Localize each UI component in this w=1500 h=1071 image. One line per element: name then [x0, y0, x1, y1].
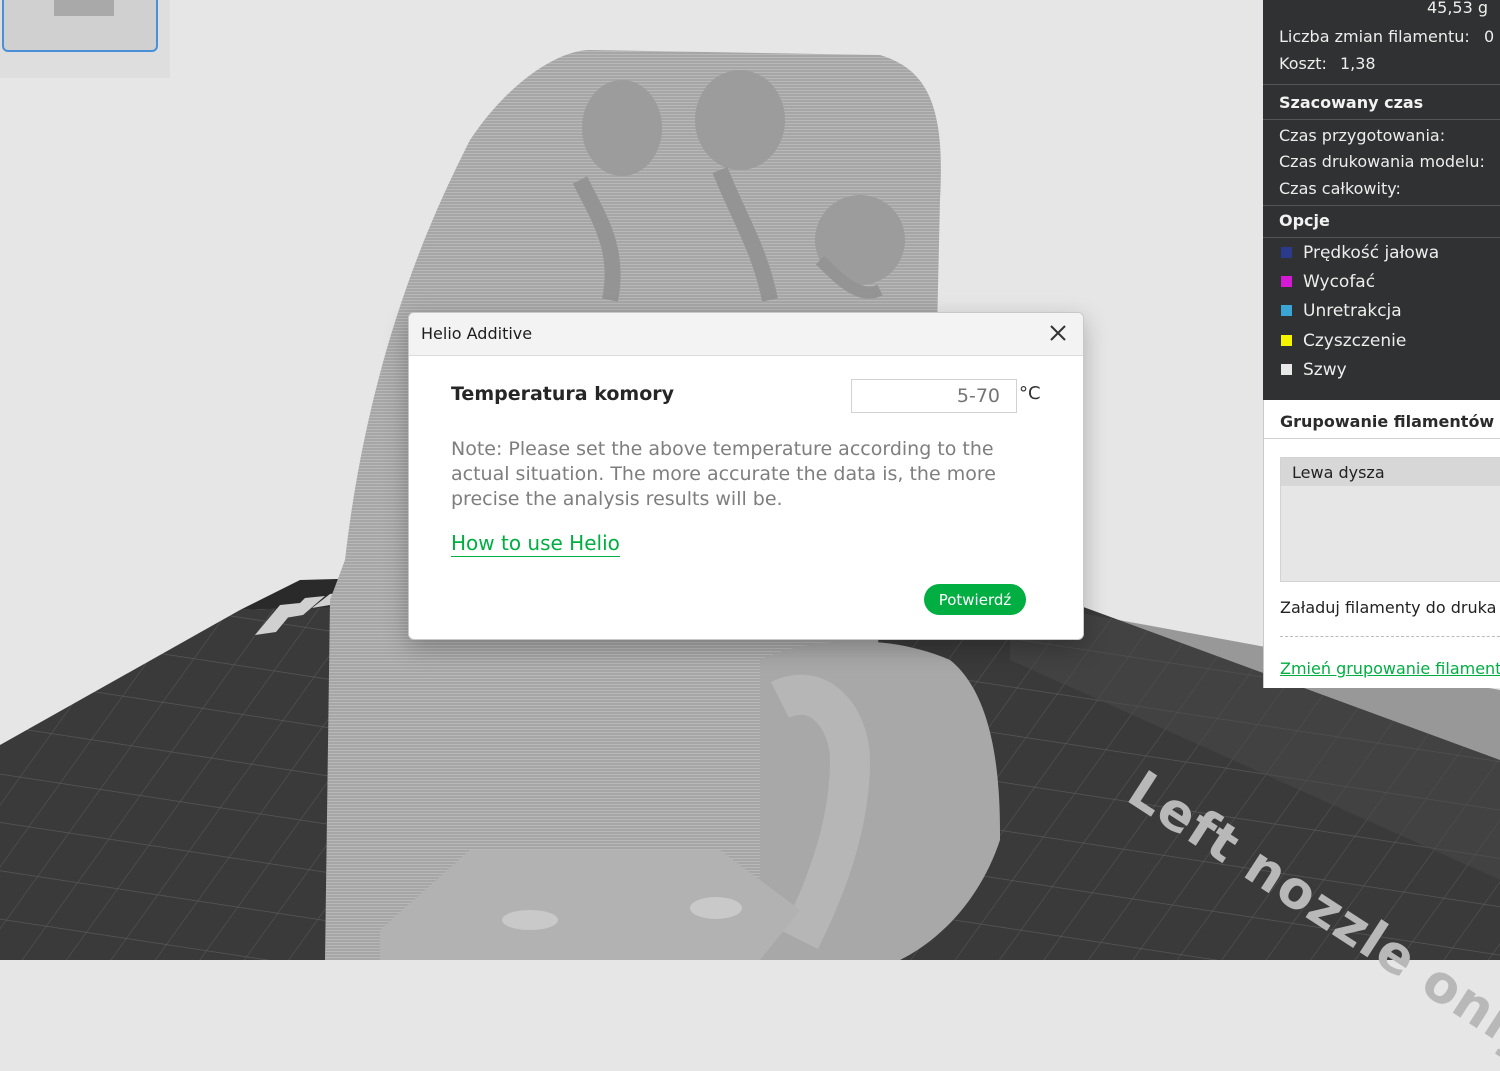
- change-grouping-link[interactable]: Zmień grupowanie filament: [1280, 659, 1500, 678]
- filament-changes-row: Liczba zmian filamentu: 0: [1279, 27, 1494, 46]
- total-time-label: Czas całkowity:: [1279, 179, 1401, 198]
- legend-item-wipe[interactable]: Czyszczenie: [1281, 331, 1406, 351]
- print-time-label: Czas drukowania modelu:: [1279, 152, 1485, 171]
- left-nozzle-label: Lewa dysza: [1292, 463, 1385, 482]
- slice-info-panel: 45,53 g Liczba zmian filamentu: 0 Koszt:…: [1263, 0, 1500, 688]
- legend-label: Prędkość jałowa: [1303, 243, 1440, 263]
- filament-changes-value: 0: [1484, 27, 1495, 46]
- seams-swatch-icon: [1281, 364, 1292, 375]
- left-nozzle-box[interactable]: Lewa dysza: [1280, 457, 1500, 582]
- filament-weight: 45,53 g: [1426, 0, 1488, 17]
- estimated-time-header: Szacowany czas: [1279, 93, 1424, 112]
- load-filaments-text: Załaduj filamenty do druka: [1280, 598, 1497, 617]
- prep-time-label: Czas przygotowania:: [1279, 126, 1446, 145]
- temperature-unit: °C: [1019, 383, 1041, 404]
- travel-swatch-icon: [1281, 247, 1292, 258]
- plate-thumbnail[interactable]: [2, 0, 158, 52]
- how-to-use-helio-link[interactable]: How to use Helio: [451, 531, 620, 557]
- helio-dialog: Helio Additive Temperatura komory °C Not…: [408, 312, 1084, 640]
- dialog-note: Note: Please set the above temperature a…: [451, 438, 996, 510]
- cost-value: 1,38: [1339, 54, 1376, 73]
- wipe-swatch-icon: [1281, 335, 1292, 346]
- dialog-titlebar: Helio Additive: [409, 313, 1083, 356]
- options-header: Opcje: [1279, 211, 1330, 230]
- legend-label: Wycofać: [1303, 272, 1376, 292]
- legend-item-retract[interactable]: Wycofać: [1281, 272, 1375, 292]
- filament-grouping-section: Grupowanie filamentów Lewa dysza Załaduj…: [1263, 400, 1500, 688]
- chamber-temperature-input[interactable]: [851, 379, 1017, 413]
- chamber-temperature-label: Temperatura komory: [451, 383, 674, 405]
- legend-item-travel[interactable]: Prędkość jałowa: [1281, 243, 1439, 263]
- thumbnail-strip: [0, 0, 170, 78]
- legend-item-unretract[interactable]: Unretrakcja: [1281, 301, 1402, 321]
- legend-label: Unretrakcja: [1303, 301, 1402, 321]
- stats-section: 45,53 g Liczba zmian filamentu: 0 Koszt:…: [1263, 0, 1500, 400]
- legend-label: Czyszczenie: [1303, 331, 1407, 351]
- cost-label: Koszt:: [1279, 54, 1327, 73]
- legend-item-seams[interactable]: Szwy: [1281, 360, 1347, 380]
- dialog-title: Helio Additive: [421, 324, 533, 343]
- grouping-title: Grupowanie filamentów: [1280, 412, 1495, 431]
- close-icon[interactable]: [1045, 320, 1071, 346]
- retract-swatch-icon: [1281, 276, 1292, 287]
- confirm-button[interactable]: Potwierdź: [924, 584, 1026, 615]
- filament-changes-label: Liczba zmian filamentu:: [1279, 27, 1470, 46]
- cost-row: Koszt: 1,38: [1279, 54, 1376, 73]
- unretract-swatch-icon: [1281, 305, 1292, 316]
- legend-label: Szwy: [1303, 360, 1347, 380]
